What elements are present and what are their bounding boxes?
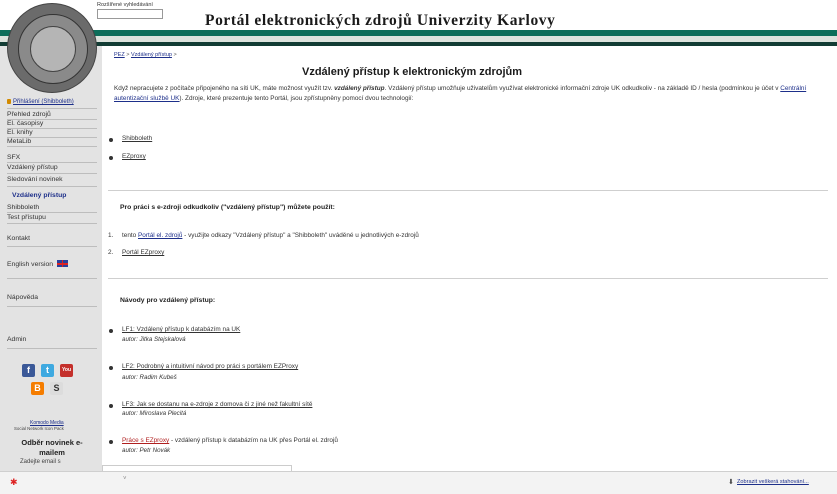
sidebar-group-title: Vzdálený přístup (12, 192, 67, 199)
komodo-media-caption: Social Network Icon Pack (14, 426, 64, 431)
uk-flag-icon (57, 260, 69, 267)
sidebar-item-admin[interactable]: Admin (7, 336, 26, 343)
sidebar-item-english[interactable]: English version (7, 260, 69, 268)
section-divider (108, 190, 828, 191)
sidebar-divider (7, 173, 97, 174)
sidebar-divider (7, 223, 97, 224)
breadcrumb: PEZ > Vzdálený přístup > (114, 52, 177, 58)
bullet (109, 404, 113, 408)
sidebar-divider (7, 348, 97, 349)
guide-author: autor: Miroslava Plecitá (122, 410, 187, 417)
sidebar-divider (7, 246, 97, 247)
sidebar-item-contact[interactable]: Kontakt (7, 235, 30, 242)
sidebar-item-sfx[interactable]: SFX (7, 154, 20, 161)
university-seal-logo[interactable] (8, 4, 96, 92)
breadcrumb-current[interactable]: Vzdálený přístup (131, 52, 172, 58)
guide-link-lf1[interactable]: LF1: Vzdálený přístup k databázím na UK (122, 326, 240, 333)
guide-link-lf3[interactable]: LF3: Jak se dostanu na e-zdroje z domova… (122, 401, 312, 408)
sidebar-item-remote-access[interactable]: Vzdálený přístup (7, 164, 58, 171)
list-number: 2. (108, 249, 114, 256)
skype-icon[interactable]: S (50, 382, 63, 395)
download-icon: ⬇ (728, 479, 734, 486)
guide-author: autor: Radim Kubeš (122, 374, 177, 381)
sidebar-item-access-test[interactable]: Test přístupu (7, 214, 46, 221)
guide-link-lf2[interactable]: LF2: Podrobný a intuitivní návod pro prá… (122, 363, 298, 370)
social-icons: f t You B S (22, 364, 92, 404)
sidebar-divider (7, 162, 97, 163)
sidebar-divider (7, 108, 97, 109)
main-content: PEZ > Vzdálený přístup > Vzdálený přístu… (102, 46, 837, 472)
bullet (109, 156, 113, 160)
list-number: 1. (108, 232, 114, 239)
blogger-icon[interactable]: B (31, 382, 44, 395)
section-heading-guides: Návody pro vzdálený přístup: (120, 297, 216, 304)
section-heading-remote: Pro práci s e-zdroji odkudkoliv ("vzdále… (120, 204, 335, 211)
sidebar-item-books[interactable]: El. knihy (7, 129, 33, 136)
guide-author: autor: Petr Novák (122, 447, 171, 454)
lock-icon (7, 99, 11, 104)
sidebar-item-metalib[interactable]: MetaLib (7, 138, 31, 145)
sidebar-item-shibboleth[interactable]: Shibboleth (7, 204, 39, 211)
login-shibboleth-link[interactable]: Přihlášení (Shibboleth) (7, 99, 74, 105)
section-divider (108, 278, 828, 279)
list-item: Práce s EZproxy - vzdálený přístup k dat… (122, 437, 338, 444)
shibboleth-link[interactable]: Shibboleth (122, 135, 152, 142)
list-item: tento Portál el. zdrojů - využijte odkaz… (122, 232, 419, 239)
sidebar-item-news[interactable]: Sledování novinek (7, 176, 63, 183)
show-all-downloads-link[interactable]: Zobrazit veškerá stahování... (737, 479, 809, 485)
sidebar-divider (7, 212, 97, 213)
guide-author: autor: Jitka Stejskalová (122, 336, 186, 343)
bullet (109, 366, 113, 370)
search-input[interactable] (97, 9, 163, 19)
twitter-icon[interactable]: t (41, 364, 54, 377)
download-menu-chevron[interactable]: ˅ (123, 476, 127, 482)
ezproxy-portal-link[interactable]: Portál EZproxy (122, 249, 164, 256)
sidebar-divider (7, 146, 97, 147)
sidebar-item-journals[interactable]: El. časopisy (7, 120, 43, 127)
facebook-icon[interactable]: f (22, 364, 35, 377)
newsletter-title: Odběr novinek e-mailem (21, 438, 83, 457)
breadcrumb-home[interactable]: PEZ (114, 52, 125, 58)
sidebar-item-help[interactable]: Nápověda (7, 294, 38, 301)
bullet (109, 329, 113, 333)
site-title: Portál elektronických zdrojů Univerzity … (205, 12, 556, 29)
ezproxy-link[interactable]: EZproxy (122, 153, 146, 160)
bullet (109, 138, 113, 142)
page-title: Vzdálený přístup k elektronickým zdrojům (302, 66, 523, 78)
newsletter-prompt: Zadejte email s (20, 459, 61, 465)
bullet (109, 440, 113, 444)
sidebar-divider (7, 186, 97, 187)
portal-link[interactable]: Portál el. zdrojů (138, 232, 182, 239)
seal-center (30, 26, 76, 72)
youtube-icon[interactable]: You (60, 364, 73, 377)
download-bar: ✱ ˅ ⬇ Zobrazit veškerá stahování... (0, 471, 837, 494)
intro-paragraph: Když nepracujete z počítače připojeného … (114, 85, 807, 102)
ezproxy-guide-link[interactable]: Práce s EZproxy (122, 437, 169, 444)
sidebar-divider (7, 278, 97, 279)
advanced-search-link[interactable]: Rozšířené vyhledávání (97, 2, 153, 8)
sidebar-item-resources[interactable]: Přehled zdrojů (7, 111, 51, 118)
sidebar-divider (7, 306, 97, 307)
download-item-icon[interactable]: ✱ (10, 477, 18, 488)
sidebar: Přihlášení (Shibboleth) Přehled zdrojů E… (0, 46, 102, 471)
